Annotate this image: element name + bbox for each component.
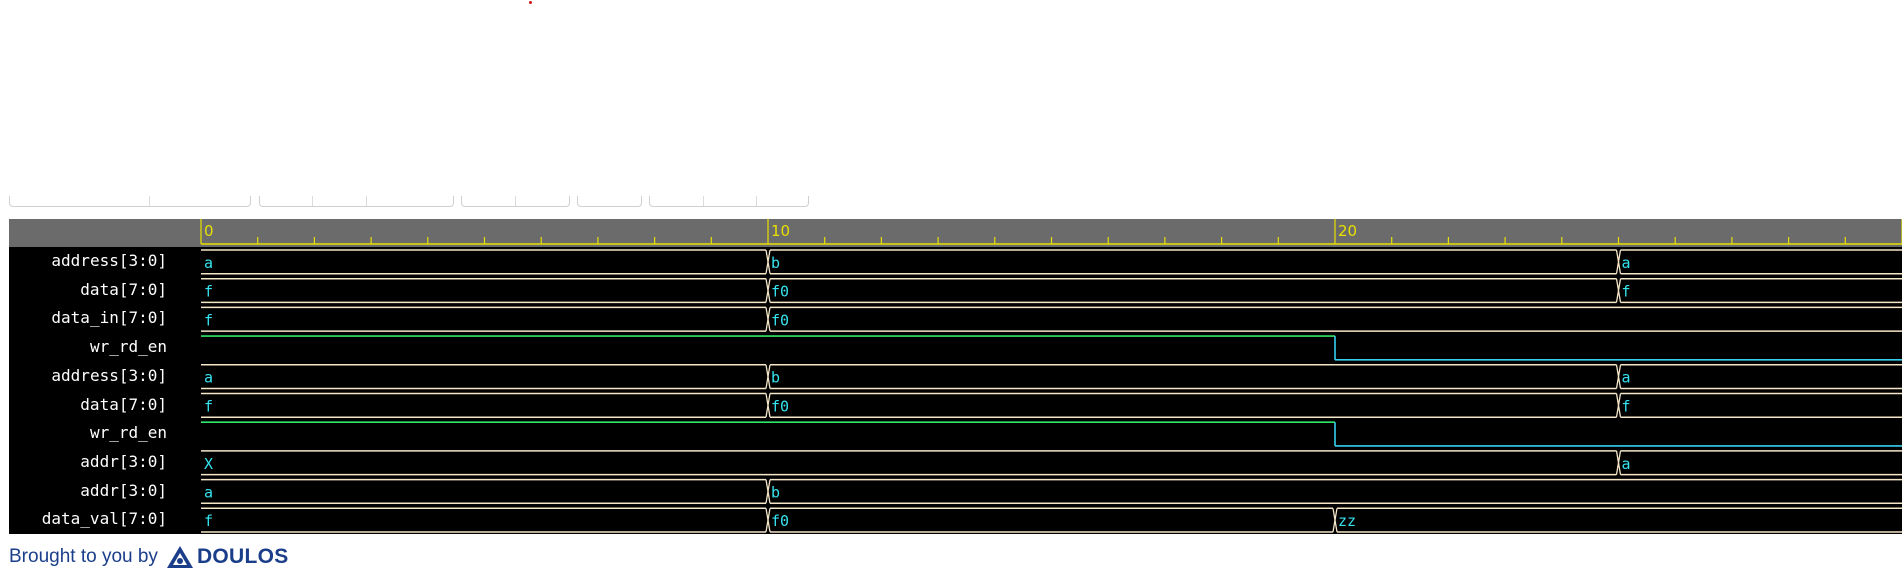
- bus-transition: [767, 393, 771, 418]
- bus-value-label: X: [204, 455, 213, 473]
- toolbar-group-1[interactable]: [9, 196, 251, 207]
- toolbar-separator: [366, 196, 367, 206]
- bus-value-label: f0: [771, 397, 789, 415]
- toolbar-group-5[interactable]: [649, 196, 809, 207]
- signal-row-bit[interactable]: [201, 335, 1902, 361]
- doulos-logo[interactable]: DOULOS: [166, 545, 289, 569]
- bus-value-label: b: [771, 254, 780, 272]
- bus-value-label: zz: [1338, 512, 1356, 530]
- bus-transition: [1334, 508, 1338, 533]
- toolbar-separator: [515, 196, 516, 206]
- bus-value-label: f: [1622, 283, 1631, 301]
- bus-value-label: f0: [771, 311, 789, 329]
- bus-transition: [767, 479, 771, 504]
- bus-transition: [1617, 249, 1622, 274]
- bus-value-label: a: [1622, 254, 1631, 272]
- bus-value-label: f: [1622, 397, 1631, 415]
- bus-value-label: f: [204, 397, 213, 415]
- waveform-viewer[interactable]: address[3:0] data[7:0] data_in[7:0] wr_rd_e…: [9, 219, 1902, 534]
- bus-value-label: b: [771, 369, 780, 387]
- bus-value-label: a: [1622, 369, 1631, 387]
- signal-row-bus[interactable]: f f0: [201, 306, 1902, 332]
- toolbar-separator: [756, 196, 757, 206]
- signal-row-bus[interactable]: aba: [201, 249, 1902, 275]
- bus-value-label: a: [1622, 455, 1631, 473]
- brought-to-you-text: Brought to you by: [9, 546, 158, 567]
- ruler-tick-label: 20: [1338, 222, 1357, 240]
- bus-transition: [767, 508, 771, 533]
- doulos-logo-icon: [166, 546, 193, 568]
- bus-value-label: f: [204, 311, 213, 329]
- toolbar-group-2[interactable]: [259, 196, 454, 207]
- signal-row-bus[interactable]: f f0 f: [201, 277, 1902, 304]
- toolbar-separator: [312, 196, 313, 206]
- bus-transition: [1617, 278, 1622, 303]
- bus-value-label: f: [204, 512, 213, 530]
- bus-transition: [1617, 364, 1622, 389]
- toolbar-separator: [149, 196, 150, 206]
- bus-value-label: f0: [771, 512, 789, 530]
- signal-row-bus[interactable]: f f0 f: [201, 392, 1902, 418]
- bus-value-label: a: [204, 483, 213, 501]
- bus-transition: [1617, 393, 1622, 418]
- signal-row-bus[interactable]: ab: [201, 478, 1902, 505]
- signal-row-bus[interactable]: aba: [201, 364, 1902, 390]
- bus-value-label: a: [204, 369, 213, 387]
- signal-row-bit[interactable]: [201, 421, 1902, 447]
- bus-transition: [767, 249, 771, 274]
- bus-transition: [767, 364, 771, 389]
- bus-transition: [767, 278, 771, 303]
- cursor-marker-dot: [529, 1, 532, 4]
- ruler-tick-label: 10: [771, 222, 790, 240]
- doulos-logo-text: DOULOS: [196, 545, 289, 568]
- signal-row-bus[interactable]: f f0 zz: [201, 507, 1902, 533]
- ruler-tick-label: 0: [204, 222, 214, 240]
- bus-value-label: b: [771, 483, 780, 501]
- waveform-canvas[interactable]: 0 10 20a b af f0 ff f0a b af f0 fX aa bf f0 zz: [9, 219, 1902, 534]
- toolbar-group-4[interactable]: [577, 196, 642, 207]
- footer: Brought to you by DOULOS: [9, 545, 289, 569]
- bus-value-label: f: [204, 283, 213, 301]
- bus-transition: [1617, 450, 1622, 475]
- bus-value-label: f0: [771, 283, 789, 301]
- signal-row-bus[interactable]: Xa: [201, 450, 1902, 476]
- bus-value-label: a: [204, 254, 213, 272]
- toolbar-group-3[interactable]: [461, 196, 570, 207]
- bus-transition: [767, 307, 771, 332]
- toolbar-separator: [703, 196, 704, 206]
